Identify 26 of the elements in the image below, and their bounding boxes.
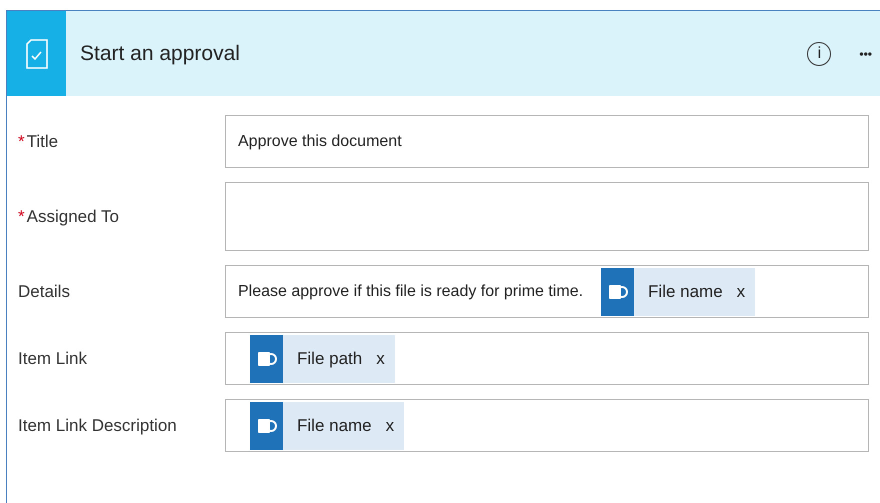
info-button[interactable]: i — [807, 42, 832, 66]
field-label: Item Link — [18, 348, 87, 368]
input-field[interactable] — [225, 182, 869, 251]
field-label: Item Link Description — [18, 416, 177, 436]
input-field[interactable]: Please approve if this file is ready for prime time. File name x — [225, 265, 869, 318]
required-mark: * — [18, 132, 25, 152]
required-mark: * — [18, 206, 25, 226]
field-value: Approve this document — [238, 132, 402, 150]
token-label: File name — [648, 282, 723, 302]
field-label: Assigned To — [26, 206, 119, 226]
remove-token-button[interactable]: x — [736, 282, 746, 302]
field-label: Title — [26, 132, 58, 152]
field-value: Please approve if this file is ready for prime time. — [238, 282, 584, 300]
token-label: File path — [297, 348, 362, 368]
remove-token-button[interactable]: x — [386, 416, 394, 436]
input-field[interactable]: Approve this document — [225, 115, 869, 168]
input-field[interactable]: File path x — [225, 332, 869, 385]
input-field[interactable]: File name x — [225, 399, 869, 452]
field-label: Details — [18, 282, 70, 302]
dynamic-token[interactable]: File name x — [601, 268, 756, 316]
dynamic-token[interactable]: File path x — [250, 334, 395, 382]
more-button[interactable]: ••• — [859, 46, 872, 60]
card-title: Start an approval — [80, 42, 241, 66]
dynamic-token[interactable]: File name x — [250, 402, 404, 450]
remove-token-button[interactable]: x — [376, 348, 385, 368]
token-label: File name — [297, 416, 372, 436]
